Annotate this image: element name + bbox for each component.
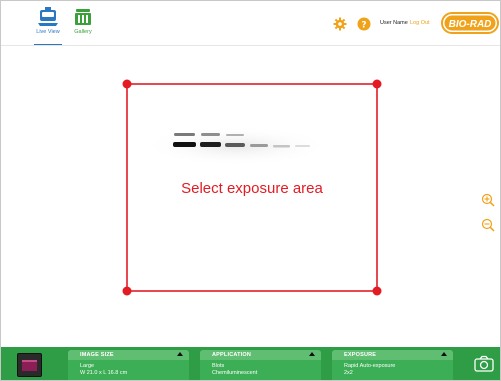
top-header: Live View Gallery ? User Name Log Out BI… [1,1,500,46]
application-value: Blots [212,363,225,369]
image-size-panel[interactable]: IMAGE SIZE Large W 21.0 x L 16.8 cm [68,350,189,380]
chevron-up-icon[interactable] [309,352,315,356]
nav-live-view-label: Live View [36,29,60,35]
image-size-dimensions: W 21.0 x L 16.8 cm [80,370,128,376]
bio-rad-logo: BIO-RAD [441,12,499,34]
image-size-value: Large [80,363,95,369]
zoom-out-icon[interactable] [481,218,495,232]
help-icon[interactable]: ? [357,17,371,31]
chevron-up-icon[interactable] [441,352,447,356]
application-detail: Chemiluminescent [212,370,258,376]
application-title: APPLICATION [212,352,252,358]
nav-live-view[interactable]: Live View [28,5,68,45]
camera-icon[interactable] [474,355,494,373]
tray-slot [22,360,37,371]
gear-icon[interactable] [333,17,347,31]
chevron-up-icon[interactable] [177,352,183,356]
selection-handle-top-left [122,79,132,89]
nav-gallery-label: Gallery [74,29,92,35]
exposure-panel[interactable]: EXPOSURE Rapid Auto-exposure 2x2 [332,350,453,380]
application-panel[interactable]: APPLICATION Blots Chemiluminescent [200,350,321,380]
zoom-in-icon[interactable] [481,193,495,207]
exposure-title: EXPOSURE [344,352,377,358]
brand-text: BIO-RAD [449,19,492,30]
settings-bar: IMAGE SIZE Large W 21.0 x L 16.8 cm APPL… [1,347,500,380]
user-name: User Name [380,20,408,26]
exposure-binning: 2x2 [344,370,353,376]
selection-handle-bottom-right [372,286,382,296]
sample-tray-thumbnail[interactable] [17,353,42,377]
app-window: Live View Gallery ? User Name Log Out BI… [0,0,501,381]
nav-gallery[interactable]: Gallery [63,5,103,41]
select-exposure-label: Select exposure area [181,180,323,197]
exposure-value: Rapid Auto-exposure [344,363,396,369]
logout-link[interactable]: Log Out [410,20,430,26]
svg-text:?: ? [361,21,366,31]
active-tab-indicator [34,44,62,45]
live-camera-view[interactable]: Select exposure area [1,46,500,346]
image-size-title: IMAGE SIZE [80,352,114,358]
selection-handle-top-right [372,79,382,89]
selection-handle-bottom-left [122,286,132,296]
